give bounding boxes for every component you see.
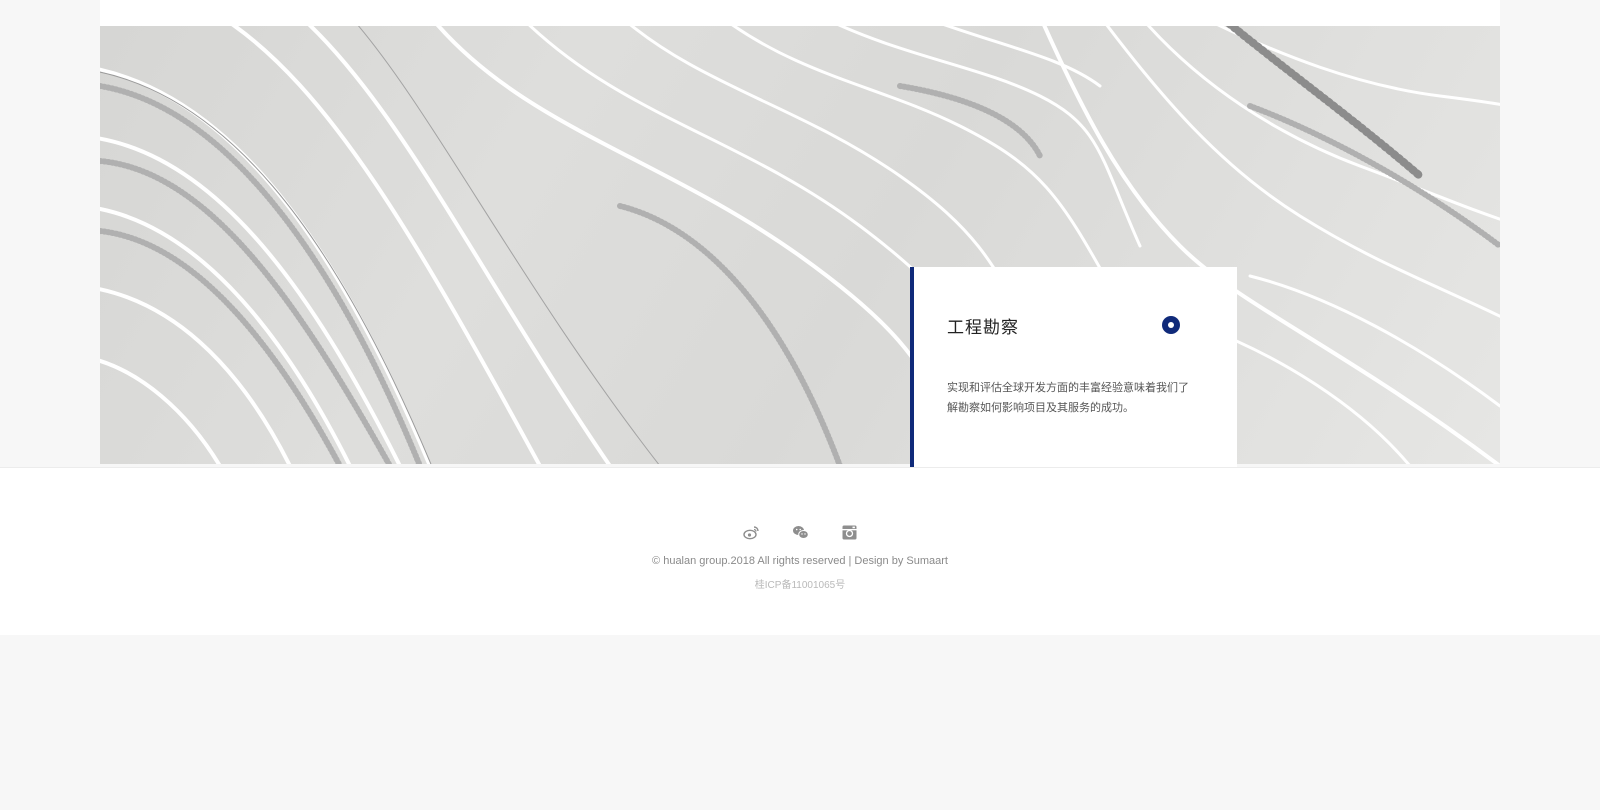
card-title: 工程勘察 — [947, 318, 1019, 338]
instagram-icon[interactable] — [841, 524, 858, 541]
hero-banner-image — [100, 26, 1500, 464]
top-strip — [100, 0, 1500, 26]
service-card: 工程勘察 实现和评估全球开发方面的丰富经验意味着我们了解勘察如何影响项目及其服务… — [910, 267, 1237, 467]
icp-license-text: 桂ICP备11001065号 — [754, 580, 846, 591]
page: 工程勘察 实现和评估全球开发方面的丰富经验意味着我们了解勘察如何影响项目及其服务… — [0, 0, 1600, 810]
footer: © hualan group.2018 All rights reserved … — [0, 467, 1600, 635]
wechat-icon[interactable] — [792, 524, 809, 541]
social-links — [0, 524, 1600, 544]
copyright-text: © hualan group.2018 All rights reserved … — [652, 555, 948, 567]
card-description: 实现和评估全球开发方面的丰富经验意味着我们了解勘察如何影响项目及其服务的成功。 — [947, 381, 1189, 414]
architecture-balconies-image — [100, 26, 1500, 464]
card-indicator-dot[interactable] — [1162, 316, 1180, 334]
weibo-icon[interactable] — [742, 524, 760, 541]
